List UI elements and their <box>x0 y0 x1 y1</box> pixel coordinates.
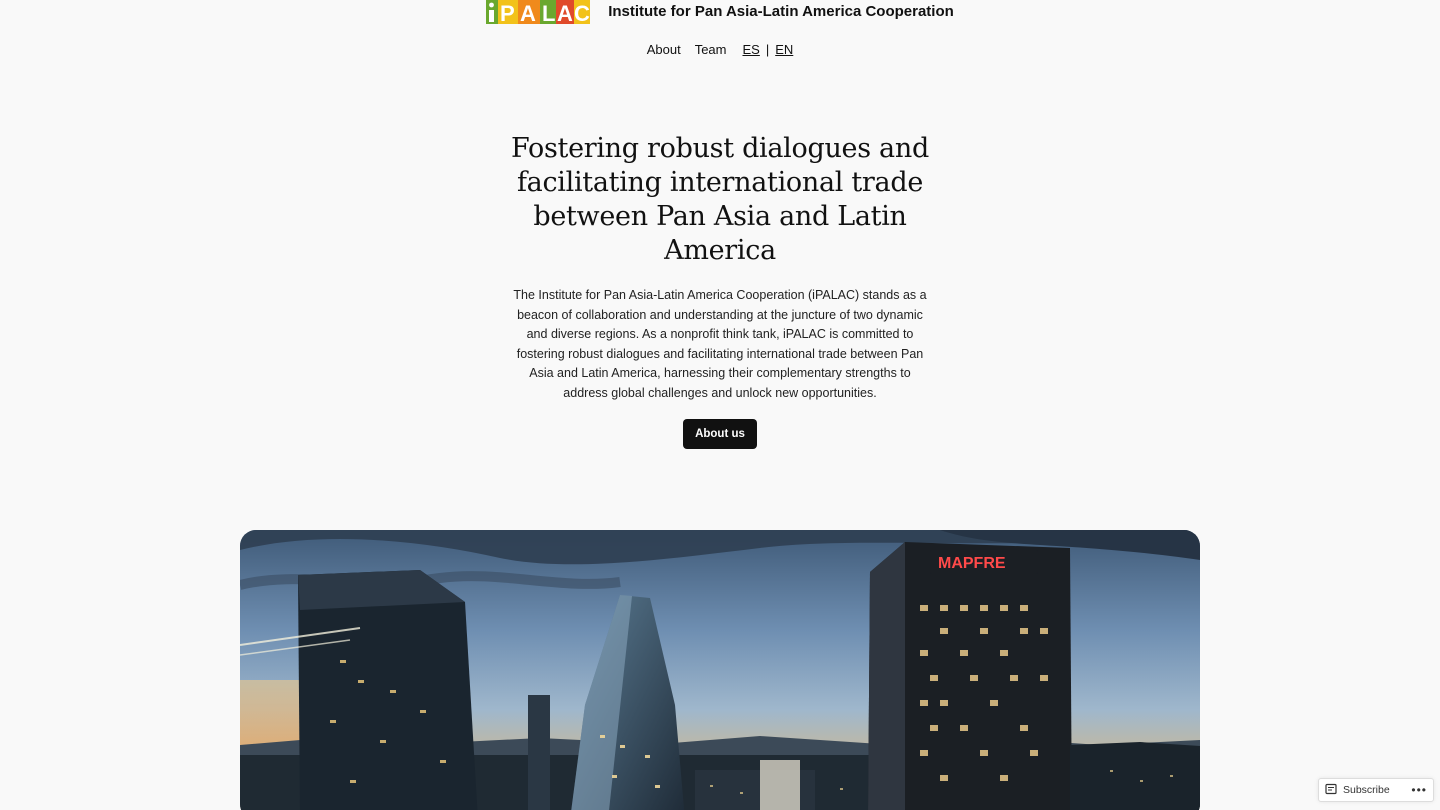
more-options-icon[interactable]: ••• <box>1411 783 1427 797</box>
language-switcher: ES | EN <box>742 42 793 57</box>
logo-mark-icon: P A L A C <box>486 0 591 24</box>
lang-en-link[interactable]: EN <box>775 42 793 57</box>
hero-image: MAPFRE <box>240 530 1200 810</box>
lang-separator: | <box>765 41 770 57</box>
svg-text:P: P <box>500 1 515 24</box>
reader-icon[interactable] <box>1325 783 1337 798</box>
hero-section: Fostering robust dialogues and facilitat… <box>500 132 940 449</box>
about-us-button[interactable]: About us <box>683 419 757 449</box>
brand: P A L A C Institute for Pan Asia-Latin A… <box>486 0 954 28</box>
svg-text:C: C <box>574 1 590 24</box>
nav-item-team[interactable]: Team <box>695 42 727 57</box>
page: P A L A C Institute for Pan Asia-Latin A… <box>0 0 1440 810</box>
subscribe-widget: Subscribe ••• <box>1318 778 1434 802</box>
subscribe-button[interactable]: Subscribe <box>1343 784 1390 796</box>
primary-nav: About Team ES | EN <box>0 38 1440 60</box>
site-logo[interactable]: P A L A C <box>486 0 591 24</box>
building-sign: MAPFRE <box>938 555 1006 572</box>
svg-text:L: L <box>542 1 555 24</box>
hero-heading: Fostering robust dialogues and facilitat… <box>511 133 929 266</box>
city-skyline-image: MAPFRE <box>240 530 1200 810</box>
site-title[interactable]: Institute for Pan Asia-Latin America Coo… <box>608 0 954 24</box>
nav-item-about[interactable]: About <box>647 42 681 57</box>
hero-description: The Institute for Pan Asia-Latin America… <box>513 288 927 400</box>
svg-text:A: A <box>557 1 573 24</box>
lang-es-link[interactable]: ES <box>742 42 759 57</box>
site-header: P A L A C Institute for Pan Asia-Latin A… <box>0 0 1440 28</box>
svg-text:A: A <box>520 1 536 24</box>
